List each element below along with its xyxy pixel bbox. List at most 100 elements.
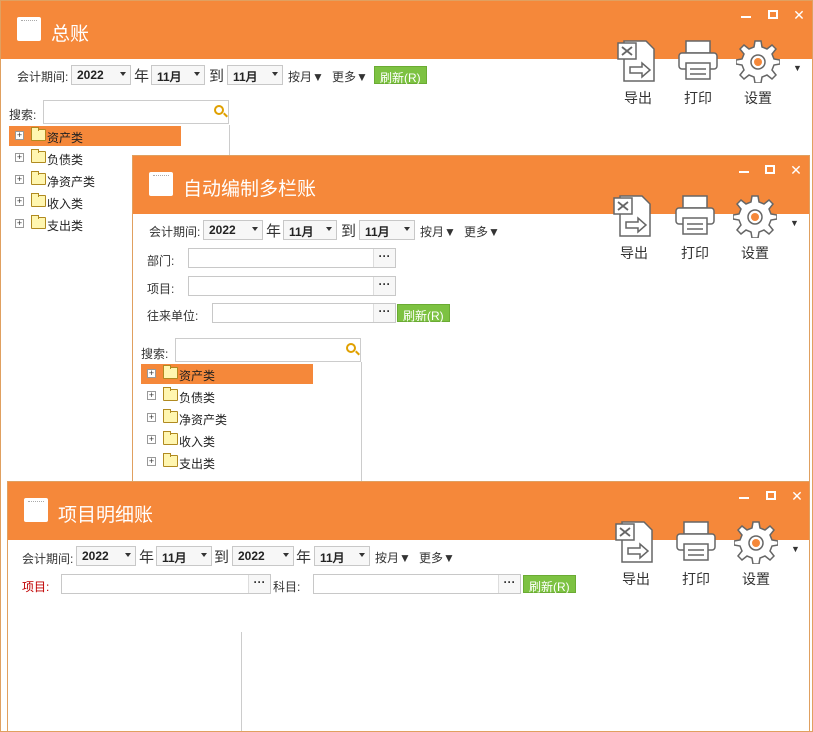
- toolbar-more-dropdown[interactable]: ▼: [791, 544, 800, 554]
- year-suffix: 年: [266, 223, 282, 240]
- tree-item-assets[interactable]: + 资产类: [141, 364, 313, 384]
- search-input[interactable]: [43, 100, 229, 124]
- gear-icon: [735, 40, 781, 84]
- project-label: 项目:: [22, 580, 50, 594]
- browse-button[interactable]: ···: [373, 277, 395, 295]
- settings-button[interactable]: 设置: [730, 194, 780, 263]
- browse-button[interactable]: ···: [498, 575, 520, 593]
- window-title: 自动编制多栏账: [183, 179, 317, 200]
- tree-item-label: 资产类: [47, 131, 84, 145]
- chevron-down-icon: [252, 227, 258, 231]
- settings-label: 设置: [744, 90, 772, 106]
- month-start-select[interactable]: 11月: [151, 65, 205, 85]
- year-start-value: 2022: [77, 68, 104, 82]
- by-month-dropdown[interactable]: 按月▼: [420, 223, 456, 240]
- year-start-select[interactable]: 2022: [71, 65, 131, 85]
- tree-item-label: 负债类: [47, 153, 84, 167]
- tree-item-expenses[interactable]: + 支出类: [141, 452, 313, 472]
- minimize-button[interactable]: [739, 497, 749, 499]
- expand-icon: +: [147, 368, 156, 378]
- more-dropdown[interactable]: 更多▼: [332, 68, 368, 85]
- project-label: 项目:: [147, 282, 175, 296]
- toolbar-more-dropdown[interactable]: ▼: [790, 218, 799, 228]
- search-input[interactable]: [175, 338, 361, 362]
- subject-label: 科目:: [273, 580, 301, 594]
- maximize-button[interactable]: [768, 10, 778, 19]
- print-button[interactable]: 打印: [670, 194, 720, 263]
- close-button[interactable]: ✕: [790, 489, 804, 503]
- year-start-value: 2022: [209, 223, 236, 237]
- print-button[interactable]: 打印: [671, 520, 721, 589]
- export-button[interactable]: 导出: [609, 194, 659, 263]
- refresh-button[interactable]: 刷新(R): [397, 304, 450, 323]
- subject-field[interactable]: ···: [313, 574, 521, 594]
- tree-item-label: 净资产类: [179, 413, 228, 427]
- minimize-button[interactable]: [739, 171, 749, 173]
- tree-item-income[interactable]: + 收入类: [141, 430, 313, 450]
- window-title: 总账: [51, 24, 90, 45]
- maximize-button[interactable]: [765, 165, 775, 174]
- search-icon: [346, 343, 356, 353]
- folder-icon: [163, 365, 178, 379]
- export-icon: [617, 40, 655, 82]
- export-button[interactable]: 导出: [611, 520, 661, 589]
- expand-icon: +: [147, 412, 156, 422]
- year-start-value: 2022: [82, 549, 109, 563]
- month-start-select[interactable]: 11月: [283, 220, 337, 240]
- folder-icon: [31, 149, 46, 163]
- expand-icon: +: [15, 130, 24, 140]
- year-start-select[interactable]: 2022: [76, 546, 136, 566]
- print-label: 打印: [681, 245, 709, 261]
- by-month-dropdown[interactable]: 按月▼: [375, 549, 411, 566]
- project-field[interactable]: ···: [61, 574, 271, 594]
- tree-item-label: 支出类: [47, 219, 84, 233]
- browse-button[interactable]: ···: [373, 249, 395, 267]
- tree-item-label: 收入类: [179, 435, 216, 449]
- month-end-value: 11月: [233, 70, 258, 84]
- month-end-select[interactable]: 11月: [359, 220, 415, 240]
- printer-icon: [675, 195, 715, 235]
- tree-item-label: 收入类: [47, 197, 84, 211]
- settings-button[interactable]: 设置: [731, 520, 781, 589]
- month-end-value: 11月: [365, 225, 390, 239]
- more-dropdown[interactable]: 更多▼: [419, 549, 455, 566]
- minimize-button[interactable]: [741, 16, 751, 18]
- print-button[interactable]: 打印: [673, 39, 723, 108]
- by-month-dropdown[interactable]: 按月▼: [288, 68, 324, 85]
- department-label: 部门:: [147, 254, 175, 268]
- month-start-select[interactable]: 11月: [156, 546, 212, 566]
- chevron-down-icon: [272, 72, 278, 76]
- close-button[interactable]: ✕: [789, 163, 803, 177]
- settings-button[interactable]: 设置: [733, 39, 783, 108]
- refresh-button[interactable]: 刷新(R): [523, 575, 576, 594]
- export-button[interactable]: 导出: [613, 39, 663, 108]
- more-dropdown[interactable]: 更多▼: [464, 223, 500, 240]
- printer-icon: [676, 521, 716, 561]
- close-button[interactable]: ✕: [792, 8, 806, 22]
- tree-item-liabilities[interactable]: + 负债类: [141, 386, 313, 406]
- month-end-select[interactable]: 11月: [314, 546, 370, 566]
- chevron-down-icon: [125, 553, 131, 557]
- expand-icon: +: [15, 152, 24, 162]
- department-field[interactable]: ···: [188, 248, 396, 268]
- maximize-button[interactable]: [766, 491, 776, 500]
- browse-button[interactable]: ···: [248, 575, 270, 593]
- project-field[interactable]: ···: [188, 276, 396, 296]
- year-end-select[interactable]: 2022: [232, 546, 294, 566]
- year-suffix: 年: [134, 68, 150, 85]
- year-start-select[interactable]: 2022: [203, 220, 263, 240]
- tree-item-assets[interactable]: + 资产类: [9, 126, 181, 146]
- tree-item-net-assets[interactable]: + 净资产类: [141, 408, 313, 428]
- chevron-down-icon: [201, 553, 207, 557]
- month-end-select[interactable]: 11月: [227, 65, 283, 85]
- refresh-button[interactable]: 刷新(R): [374, 66, 427, 85]
- toolbar-more-dropdown[interactable]: ▼: [793, 63, 802, 73]
- print-label: 打印: [682, 571, 710, 587]
- folder-icon: [163, 409, 178, 423]
- chevron-down-icon: [283, 553, 289, 557]
- partner-field[interactable]: ···: [212, 303, 396, 323]
- browse-button[interactable]: ···: [373, 304, 395, 322]
- chevron-down-icon: [120, 72, 126, 76]
- window-icon: [24, 498, 48, 522]
- period-label: 会计期间:: [149, 225, 201, 239]
